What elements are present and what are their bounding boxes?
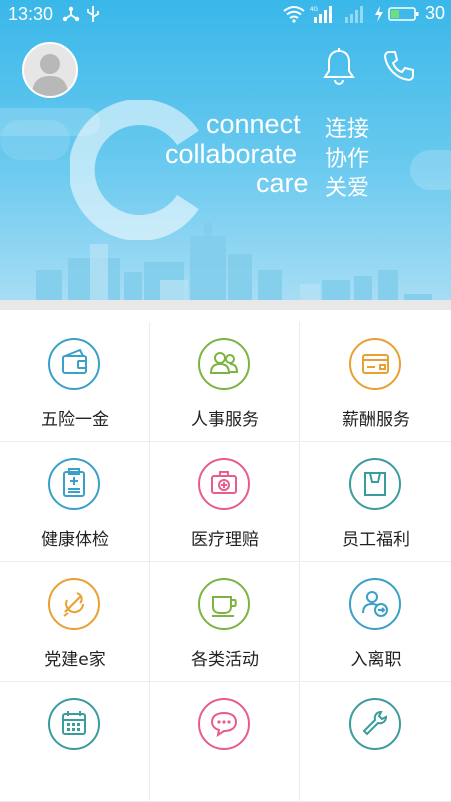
avatar[interactable] bbox=[22, 42, 78, 98]
slogan-en-collaborate: collaborate bbox=[165, 139, 298, 169]
service-label: 员工福利 bbox=[342, 530, 410, 550]
chat-bubble-icon bbox=[198, 698, 250, 750]
service-label: 各类活动 bbox=[191, 650, 259, 670]
service-label: 五险一金 bbox=[41, 410, 109, 430]
coffee-cup-icon bbox=[198, 578, 250, 630]
header-banner: connect collaborate care 连接 协作 关爱 bbox=[0, 0, 451, 306]
battery-level: 30 bbox=[424, 3, 445, 23]
service-tile-hr[interactable]: 人事服务 bbox=[150, 322, 300, 442]
cell-signal-icon bbox=[345, 6, 363, 23]
svg-text:4G: 4G bbox=[310, 7, 318, 13]
phone-icon bbox=[384, 51, 414, 81]
service-tile-social-insurance[interactable]: 五险一金 bbox=[0, 322, 150, 442]
charging-icon bbox=[375, 6, 383, 22]
service-tile-messages[interactable] bbox=[150, 682, 300, 802]
medical-kit-icon bbox=[198, 458, 250, 510]
service-tile-calendar[interactable] bbox=[0, 682, 150, 802]
slogan-cn-connect: 连接 bbox=[325, 117, 370, 142]
usb-icon bbox=[87, 6, 99, 22]
service-tile-health-check[interactable]: 健康体检 bbox=[0, 442, 150, 562]
bell-icon bbox=[323, 48, 355, 85]
user-silhouette-icon bbox=[32, 54, 68, 96]
service-tile-activities[interactable]: 各类活动 bbox=[150, 562, 300, 682]
service-tile-benefits[interactable]: 员工福利 bbox=[301, 442, 451, 562]
status-time: 13:30 bbox=[8, 4, 54, 24]
service-label: 医疗理赔 bbox=[191, 530, 259, 550]
wallet-icon bbox=[48, 338, 100, 390]
call-button[interactable] bbox=[381, 48, 417, 84]
status-bar: 13:30 4G 30 bbox=[0, 0, 451, 28]
service-tile-tools[interactable] bbox=[301, 682, 451, 802]
service-tile-onboarding[interactable]: 入离职 bbox=[301, 562, 451, 682]
service-tile-medical-claim[interactable]: 医疗理赔 bbox=[150, 442, 300, 562]
service-label: 入离职 bbox=[350, 650, 402, 670]
notification-button[interactable] bbox=[321, 46, 357, 86]
city-skyline-graphic bbox=[36, 222, 432, 306]
wifi-icon bbox=[283, 6, 305, 23]
usb-tether-icon bbox=[62, 6, 80, 22]
calendar-icon bbox=[48, 698, 100, 750]
slogan-en-care: care bbox=[256, 168, 309, 198]
service-label: 人事服务 bbox=[191, 410, 259, 430]
slogan-cn-care: 关爱 bbox=[325, 176, 370, 201]
card-icon bbox=[349, 338, 401, 390]
service-tile-payroll[interactable]: 薪酬服务 bbox=[301, 322, 451, 442]
cell-signal-4g-icon: 4G bbox=[310, 6, 332, 23]
service-label: 薪酬服务 bbox=[342, 410, 410, 430]
user-transfer-icon bbox=[349, 578, 401, 630]
people-icon bbox=[198, 338, 250, 390]
party-emblem-icon bbox=[48, 578, 100, 630]
wrench-icon bbox=[349, 698, 401, 750]
service-tile-party-building[interactable]: 党建e家 bbox=[0, 562, 150, 682]
clipboard-icon bbox=[48, 458, 100, 510]
slogan-cn-collaborate: 协作 bbox=[325, 147, 370, 172]
banner-divider bbox=[0, 300, 451, 310]
service-label: 健康体检 bbox=[41, 530, 109, 550]
shopping-bag-icon bbox=[349, 458, 401, 510]
slogan-en-connect: connect bbox=[206, 109, 301, 139]
service-label: 党建e家 bbox=[44, 650, 106, 670]
battery-icon bbox=[388, 7, 419, 21]
